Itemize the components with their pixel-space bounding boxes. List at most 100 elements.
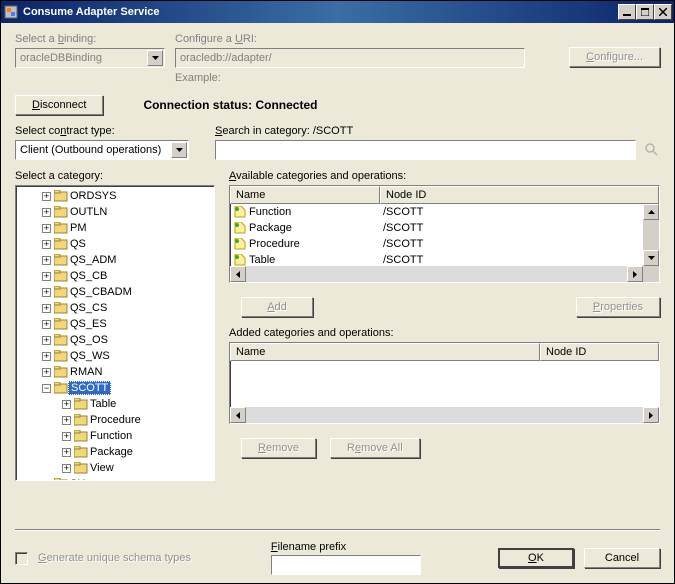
tree-toggle-icon[interactable]: +	[42, 352, 51, 361]
ok-button[interactable]: OK	[498, 548, 574, 568]
available-col-name[interactable]: Name	[230, 186, 380, 204]
uri-label: Configure a URI:	[175, 33, 559, 45]
tree-item-label[interactable]: Function	[88, 430, 134, 442]
tree-item-label[interactable]: QS_CB	[68, 270, 109, 282]
tree-item-label[interactable]: QS_ES	[68, 318, 109, 330]
tree-toggle-icon[interactable]: +	[42, 336, 51, 345]
tree-toggle-icon[interactable]: +	[42, 480, 51, 482]
available-col-node[interactable]: Node ID	[380, 186, 659, 204]
tree-item-label[interactable]: View	[88, 462, 116, 474]
tree-toggle-icon[interactable]: +	[42, 192, 51, 201]
filename-prefix-label: Filename prefix	[271, 541, 421, 553]
list-item[interactable]: Package/SCOTT	[230, 220, 659, 236]
tree-item[interactable]: + SH	[18, 476, 212, 481]
tree-toggle-icon[interactable]: +	[42, 256, 51, 265]
folder-icon	[54, 350, 68, 362]
tree-toggle-icon[interactable]: +	[42, 304, 51, 313]
close-button[interactable]	[654, 4, 672, 20]
tree-item-label[interactable]: ORDSYS	[68, 190, 118, 202]
list-item[interactable]: Function/SCOTT	[230, 204, 659, 220]
tree-item[interactable]: + QS_ES	[18, 316, 212, 332]
tree-item[interactable]: + Package	[18, 444, 212, 460]
tree-item-label[interactable]: QS_CBADM	[68, 286, 134, 298]
tree-item-label[interactable]: PM	[68, 222, 89, 234]
tree-item-label[interactable]: OUTLN	[68, 206, 109, 218]
folder-icon	[74, 398, 88, 410]
tree-toggle-icon[interactable]: +	[62, 448, 71, 457]
folder-icon	[74, 414, 88, 426]
tree-item-label[interactable]: QS_CS	[68, 302, 109, 314]
tree-item-label[interactable]: Package	[88, 446, 135, 458]
tree-item[interactable]: + PM	[18, 220, 212, 236]
category-icon	[233, 238, 247, 250]
remove-all-button: Remove All	[330, 438, 420, 458]
disconnect-button[interactable]: Disconnect	[15, 95, 103, 115]
search-icon[interactable]	[644, 142, 660, 158]
tree-item[interactable]: + OUTLN	[18, 204, 212, 220]
tree-item-label[interactable]: QS	[68, 238, 88, 250]
contract-combo[interactable]: Client (Outbound operations)	[15, 140, 189, 160]
available-listview[interactable]: Name Node ID Function/SCOTTPackage/SCOTT…	[229, 185, 660, 283]
tree-item[interactable]: + Procedure	[18, 412, 212, 428]
folder-icon	[74, 462, 88, 474]
maximize-button[interactable]	[636, 4, 654, 20]
tree-toggle-icon[interactable]: +	[42, 368, 51, 377]
tree-item[interactable]: + ORDSYS	[18, 188, 212, 204]
tree-item-label[interactable]: RMAN	[68, 366, 104, 378]
example-label: Example:	[175, 72, 559, 84]
connection-status: Connection status: Connected	[143, 98, 317, 112]
tree-item[interactable]: + QS_CB	[18, 268, 212, 284]
tree-toggle-icon[interactable]: +	[62, 432, 71, 441]
tree-item-label[interactable]: QS_ADM	[68, 254, 118, 266]
tree-item[interactable]: + Table	[18, 396, 212, 412]
tree-toggle-icon[interactable]: +	[62, 416, 71, 425]
tree-item-label[interactable]: SCOTT	[68, 381, 111, 395]
tree-item[interactable]: + QS_ADM	[18, 252, 212, 268]
tree-item[interactable]: + QS_OS	[18, 332, 212, 348]
titlebar[interactable]: Consume Adapter Service	[1, 1, 674, 23]
tree-item-label[interactable]: Table	[88, 398, 118, 410]
tree-item-label[interactable]: QS_WS	[68, 350, 112, 362]
added-col-node[interactable]: Node ID	[540, 343, 659, 361]
tree-toggle-icon[interactable]: −	[42, 384, 51, 393]
search-input[interactable]	[215, 140, 636, 160]
tree-toggle-icon[interactable]: +	[42, 240, 51, 249]
cancel-button[interactable]: Cancel	[584, 548, 660, 568]
minimize-button[interactable]	[618, 4, 636, 20]
tree-item[interactable]: + View	[18, 460, 212, 476]
tree-toggle-icon[interactable]: +	[62, 400, 71, 409]
tree-item-label[interactable]: QS_OS	[68, 334, 110, 346]
tree-toggle-icon[interactable]: +	[42, 320, 51, 329]
tree-item[interactable]: + QS_CS	[18, 300, 212, 316]
list-item[interactable]: Procedure/SCOTT	[230, 236, 659, 252]
available-label: Available categories and operations:	[229, 170, 660, 182]
tree-toggle-icon[interactable]: +	[62, 464, 71, 473]
tree-toggle-icon[interactable]: +	[42, 208, 51, 217]
category-tree[interactable]: + ORDSYS + OUTLN + PM + QS + QS_ADM + QS_CB + QS_CBAD…	[15, 185, 215, 481]
tree-item[interactable]: + QS	[18, 236, 212, 252]
tree-item-label[interactable]: SH	[68, 478, 87, 481]
tree-toggle-icon[interactable]: +	[42, 224, 51, 233]
binding-label: Select a binding:	[15, 33, 165, 45]
folder-icon	[54, 302, 68, 314]
chevron-down-icon[interactable]	[171, 142, 187, 158]
tree-toggle-icon[interactable]: +	[42, 272, 51, 281]
added-col-name[interactable]: Name	[230, 343, 540, 361]
tree-item[interactable]: − SCOTT	[18, 380, 212, 396]
tree-item[interactable]: + RMAN	[18, 364, 212, 380]
contract-value: Client (Outbound operations)	[20, 144, 161, 156]
list-cell-name: Procedure	[230, 238, 380, 250]
binding-value: oracleDBBinding	[20, 52, 102, 64]
added-listview[interactable]: Name Node ID	[229, 342, 660, 424]
hscrollbar[interactable]	[230, 266, 659, 282]
tree-item-label[interactable]: Procedure	[88, 414, 143, 426]
tree-item[interactable]: + Function	[18, 428, 212, 444]
hscrollbar[interactable]	[230, 407, 659, 423]
tree-item[interactable]: + QS_WS	[18, 348, 212, 364]
filename-prefix-input[interactable]	[271, 555, 421, 575]
tree-toggle-icon[interactable]: +	[42, 288, 51, 297]
vscrollbar[interactable]	[643, 204, 659, 266]
folder-icon	[54, 286, 68, 298]
folder-icon	[54, 254, 68, 266]
tree-item[interactable]: + QS_CBADM	[18, 284, 212, 300]
